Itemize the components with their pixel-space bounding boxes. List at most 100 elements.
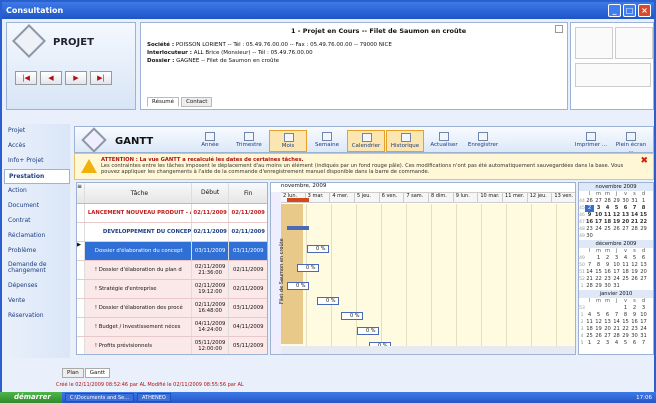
calendar-day[interactable]: 28 <box>630 226 639 233</box>
calendar-day[interactable]: 6 <box>621 205 630 212</box>
table-row[interactable]: ! Dossier d'élaboration du plan d 02/11/2… <box>77 261 267 280</box>
calendar-day[interactable]: 1 <box>585 340 594 347</box>
calendar-day[interactable]: 5 <box>612 205 621 212</box>
calendar-day[interactable]: 16 <box>630 319 639 326</box>
taskbar-item-atheneo[interactable]: ATHENEO <box>136 393 171 402</box>
calendar-day[interactable]: 29 <box>639 226 648 233</box>
calendar-day[interactable] <box>612 233 621 240</box>
tab-plan[interactable]: Plan <box>62 368 84 378</box>
calendar-day[interactable]: 17 <box>639 319 648 326</box>
tool-mois[interactable]: Mois <box>269 130 307 152</box>
tab-resume[interactable]: Résumé <box>147 97 180 107</box>
calendar-day[interactable] <box>630 233 639 240</box>
sidebar-item-vente[interactable]: Vente <box>4 294 70 309</box>
calendar-day[interactable]: 11 <box>585 319 594 326</box>
calendar-day[interactable]: 22 <box>621 326 630 333</box>
calendar-day[interactable]: 12 <box>630 262 639 269</box>
calendar-day[interactable]: 14 <box>630 212 639 219</box>
calendar-day[interactable]: 20 <box>639 269 648 276</box>
calendar-day[interactable]: 19 <box>612 219 621 226</box>
sidebar-item-depenses[interactable]: Dépenses <box>4 279 70 294</box>
calendar-day[interactable]: 29 <box>612 198 621 205</box>
sidebar-item-projet[interactable]: Projet <box>4 124 70 139</box>
task-bar[interactable]: 0 % <box>307 245 329 253</box>
calendar-day[interactable] <box>621 233 630 240</box>
calendar-day[interactable]: 21 <box>630 219 639 226</box>
calendar-day[interactable] <box>603 233 612 240</box>
calendar-day[interactable]: 3 <box>594 205 603 212</box>
calendar-day[interactable]: 30 <box>621 198 630 205</box>
calendar-day[interactable]: 21 <box>585 276 594 283</box>
tool-anne[interactable]: Année <box>191 130 229 152</box>
task-bar[interactable]: 0 % <box>357 327 379 335</box>
calendar-day[interactable]: 6 <box>639 255 648 262</box>
calendar-day[interactable]: 12 <box>594 319 603 326</box>
taskbar-item-explorer[interactable]: C:\Documents and Se... <box>65 393 134 402</box>
sidebar-item-document[interactable]: Document <box>4 199 70 214</box>
calendar-day[interactable] <box>612 305 621 312</box>
calendar-day[interactable]: 26 <box>630 276 639 283</box>
calendar-day[interactable]: 23 <box>630 326 639 333</box>
col-start[interactable]: Début <box>192 183 230 203</box>
sidebar-item-probleme[interactable]: Problème <box>4 244 70 259</box>
col-end[interactable]: Fin <box>229 183 267 203</box>
calendar-day[interactable]: 22 <box>594 276 603 283</box>
calendar-day[interactable]: 4 <box>621 255 630 262</box>
calendar-day[interactable] <box>585 305 594 312</box>
calendar-day[interactable]: 10 <box>639 312 648 319</box>
calendar-day[interactable]: 14 <box>612 319 621 326</box>
tab-contact[interactable]: Contact <box>181 97 213 107</box>
calendar-day[interactable]: 7 <box>630 205 639 212</box>
calendar-day[interactable]: 23 <box>585 226 594 233</box>
calendar-day[interactable]: 17 <box>594 219 603 226</box>
calendar-day[interactable]: 14 <box>585 269 594 276</box>
calendar-day[interactable]: 2 <box>594 340 603 347</box>
calendar-day[interactable]: 27 <box>639 276 648 283</box>
calendar-day[interactable]: 8 <box>621 312 630 319</box>
calendar-day[interactable]: 6 <box>630 340 639 347</box>
calendar-day[interactable]: 25 <box>603 226 612 233</box>
calendar-day[interactable]: 3 <box>612 255 621 262</box>
sidebar-item-action[interactable]: Action <box>4 184 70 199</box>
calendar-day[interactable] <box>621 283 630 290</box>
calendar-day[interactable]: 17 <box>612 269 621 276</box>
calendar-day[interactable]: 24 <box>594 226 603 233</box>
calendar-day[interactable]: 29 <box>621 333 630 340</box>
calendar-day[interactable]: 24 <box>612 276 621 283</box>
calendar-day[interactable]: 29 <box>594 283 603 290</box>
calendar-day[interactable] <box>639 283 648 290</box>
table-row[interactable]: ! Dossier d'élaboration des procé 02/11/2… <box>77 299 267 318</box>
close-warning-icon[interactable]: ✖ <box>640 156 648 166</box>
calendar-day[interactable]: 9 <box>630 312 639 319</box>
tool-actualiser[interactable]: Actualiser <box>425 130 463 152</box>
calendar-day[interactable]: 10 <box>594 212 603 219</box>
calendar-day[interactable]: 13 <box>621 212 630 219</box>
table-row[interactable]: ! Profits prévisionnels 05/11/2009 12:00:… <box>77 337 267 354</box>
task-bar[interactable]: 0 % <box>317 297 339 305</box>
calendar-day[interactable]: 13 <box>603 319 612 326</box>
calendar-day[interactable]: 28 <box>585 283 594 290</box>
calendar-day[interactable]: 30 <box>603 283 612 290</box>
calendar-day[interactable]: 19 <box>594 326 603 333</box>
calendar-day[interactable]: 7 <box>585 262 594 269</box>
summary-bar[interactable] <box>287 198 309 202</box>
task-bar[interactable]: 0 % <box>287 282 309 290</box>
chart-h-scrollbar[interactable] <box>281 346 575 354</box>
calendar-day[interactable]: 28 <box>603 198 612 205</box>
calendar-day[interactable]: 5 <box>621 340 630 347</box>
calendar-day[interactable]: 25 <box>585 333 594 340</box>
calendar-day[interactable]: 22 <box>639 219 648 226</box>
calendar-day[interactable]: 20 <box>621 219 630 226</box>
calendar-day[interactable]: 2 <box>603 255 612 262</box>
calendar-day[interactable]: 13 <box>639 262 648 269</box>
calendar-day[interactable] <box>639 233 648 240</box>
tab-gantt[interactable]: Gantt <box>84 368 111 378</box>
sidebar-item-info-projet[interactable]: Info+ Projet <box>4 154 70 169</box>
calendar-day[interactable]: 31 <box>630 198 639 205</box>
summary-bar[interactable] <box>287 226 309 230</box>
calendar-day[interactable] <box>603 305 612 312</box>
calendar-day[interactable]: 2 <box>585 205 594 212</box>
table-row[interactable]: ! Stratégie d'entreprise 02/11/2009 19:12… <box>77 280 267 299</box>
calendar-day[interactable]: 1 <box>594 255 603 262</box>
fullscreen-button[interactable]: Plein écran ... <box>613 130 649 154</box>
